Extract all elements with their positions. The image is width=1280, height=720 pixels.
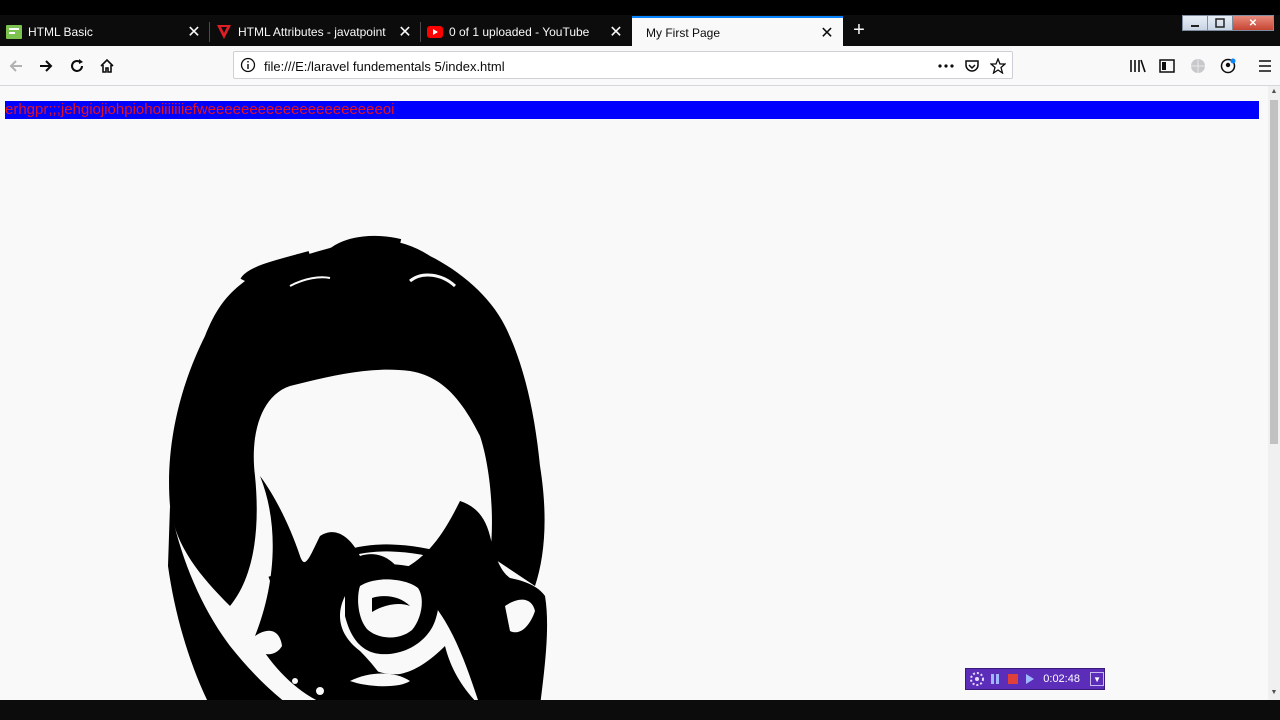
sidebar-icon <box>1159 59 1175 73</box>
portrait-image <box>168 235 548 700</box>
reload-button[interactable] <box>65 54 89 78</box>
tab-strip: HTML Basic ✕ HTML Attributes - javatpoin… <box>0 15 1280 47</box>
tab-label: HTML Basic <box>28 24 93 39</box>
tab-html-attributes[interactable]: HTML Attributes - javatpoint ✕ <box>210 17 421 46</box>
extension-icon <box>1191 59 1205 73</box>
reload-icon <box>71 59 83 72</box>
tab-label: HTML Attributes - javatpoint <box>238 24 386 39</box>
javatpoint-favicon-icon <box>216 24 232 40</box>
tab-label: 0 of 1 uploaded - YouTube <box>449 24 590 39</box>
plus-icon: + <box>853 18 865 41</box>
forward-arrow-icon <box>40 60 53 72</box>
screen-recorder-widget: 0:02:48 ▼ <box>965 668 1105 690</box>
sidebar-button[interactable] <box>1155 54 1179 78</box>
more-actions-icon[interactable] <box>936 56 956 76</box>
forward-button[interactable] <box>34 54 58 78</box>
heading-text: erhgpr;;;jehgiojiohpiohoiiiiiiiefweeeeee… <box>5 101 395 118</box>
close-tab-icon[interactable]: ✕ <box>606 22 626 42</box>
youtube-favicon-icon <box>427 24 443 40</box>
home-icon <box>100 58 114 73</box>
pause-icon[interactable] <box>987 670 1005 688</box>
new-tab-button[interactable]: + <box>846 17 872 43</box>
vertical-scrollbar[interactable]: ▲ ▼ <box>1268 86 1280 700</box>
recording-time: 0:02:48 <box>1043 673 1080 685</box>
menu-button[interactable] <box>1253 54 1277 78</box>
window-controls: ✕ <box>1182 15 1274 33</box>
home-button[interactable] <box>95 54 119 78</box>
library-button[interactable] <box>1126 54 1150 78</box>
tab-label: My First Page <box>646 25 721 40</box>
account-icon <box>1220 58 1236 74</box>
taskbar-strip <box>0 700 1280 720</box>
account-button[interactable] <box>1216 54 1240 78</box>
close-tab-icon[interactable]: ✕ <box>395 22 415 42</box>
library-icon <box>1130 59 1146 73</box>
extension-button[interactable] <box>1186 54 1210 78</box>
page-content: erhgpr;;;jehgiojiohpiohoiiiiiiiefweeeeee… <box>0 86 1268 700</box>
close-tab-icon[interactable]: ✕ <box>184 22 204 42</box>
stop-icon[interactable] <box>1004 670 1022 688</box>
title-bar <box>0 0 1280 15</box>
restore-button[interactable] <box>1207 15 1233 31</box>
pocket-icon[interactable] <box>962 56 982 76</box>
address-bar[interactable]: file:///E:/laravel fundementals 5/index.… <box>233 51 1013 79</box>
browser-window: HTML Basic ✕ HTML Attributes - javatpoin… <box>0 0 1280 720</box>
minimize-button[interactable] <box>1182 15 1208 31</box>
scroll-down-icon[interactable]: ▼ <box>1270 689 1278 697</box>
close-tab-icon[interactable]: ✕ <box>817 23 837 43</box>
html-basic-favicon-icon <box>6 24 22 40</box>
scroll-thumb[interactable] <box>1270 100 1278 444</box>
menu-icon <box>1259 60 1271 72</box>
recorder-logo-icon <box>967 669 987 689</box>
colored-heading-bar: erhgpr;;;jehgiojiohpiohoiiiiiiiefweeeeee… <box>5 101 1259 119</box>
info-icon[interactable] <box>240 57 256 73</box>
tab-my-first-page[interactable]: My First Page ✕ <box>632 16 843 47</box>
back-arrow-icon <box>9 60 22 72</box>
back-button[interactable] <box>4 54 28 78</box>
tab-html-basic[interactable]: HTML Basic ✕ <box>0 17 210 46</box>
url-text[interactable]: file:///E:/laravel fundementals 5/index.… <box>264 59 505 74</box>
window-close-button[interactable]: ✕ <box>1232 15 1274 31</box>
chevron-down-icon[interactable]: ▼ <box>1090 672 1104 686</box>
play-icon[interactable] <box>1022 670 1040 688</box>
scroll-up-icon[interactable]: ▲ <box>1270 88 1278 96</box>
blank-favicon-icon <box>638 25 642 41</box>
tab-youtube-upload[interactable]: 0 of 1 uploaded - YouTube ✕ <box>421 17 632 46</box>
bookmark-star-icon[interactable] <box>988 56 1008 76</box>
